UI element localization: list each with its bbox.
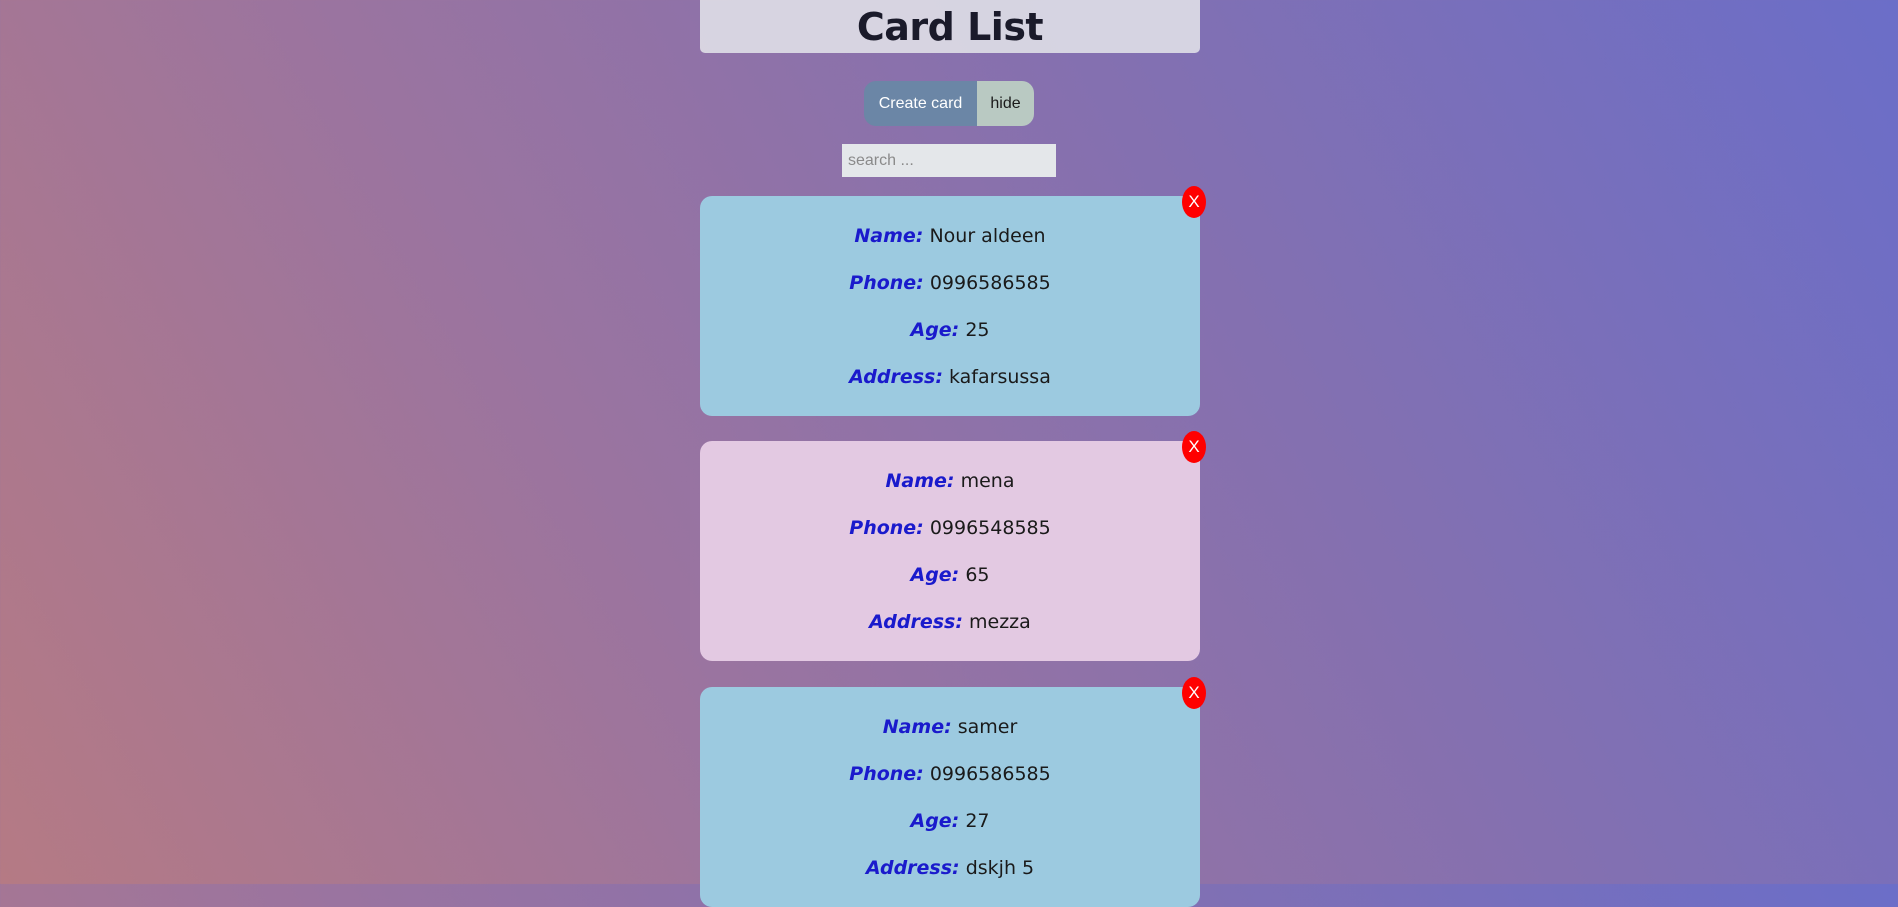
page-header: Card List — [700, 0, 1200, 53]
card-phone-field: Phone: 0996586585 — [700, 762, 1200, 786]
card: X Name: Nour aldeen Phone: 0996586585 Ag… — [700, 186, 1206, 416]
phone-label: Phone: — [849, 517, 924, 539]
card-age-field: Age: 25 — [700, 318, 1200, 342]
card-name-field: Name: mena — [700, 469, 1200, 493]
card-address-field: Address: kafarsussa — [700, 365, 1200, 389]
delete-card-button[interactable]: X — [1182, 186, 1206, 218]
card-phone: 0996586585 — [929, 763, 1051, 785]
card-address: mezza — [969, 611, 1031, 633]
name-label: Name: — [885, 470, 955, 492]
card-address-field: Address: mezza — [700, 610, 1200, 634]
card-name-field: Name: samer — [700, 715, 1200, 739]
phone-label: Phone: — [849, 763, 924, 785]
card-name: Nour aldeen — [929, 225, 1046, 247]
create-card-button[interactable]: Create card — [864, 81, 977, 126]
card-age-field: Age: 65 — [700, 563, 1200, 587]
address-label: Address: — [865, 857, 960, 879]
card-name: mena — [960, 470, 1015, 492]
card-address-field: Address: dskjh 5 — [700, 856, 1200, 880]
age-label: Age: — [910, 810, 960, 832]
name-label: Name: — [854, 225, 924, 247]
hide-button[interactable]: hide — [977, 81, 1034, 126]
name-label: Name: — [882, 716, 952, 738]
phone-label: Phone: — [849, 272, 924, 294]
card-address: dskjh 5 — [965, 857, 1035, 879]
card-age-field: Age: 27 — [700, 809, 1200, 833]
delete-card-button[interactable]: X — [1182, 677, 1206, 709]
card-name: samer — [957, 716, 1018, 738]
card: X Name: mena Phone: 0996548585 Age: 65 A… — [700, 431, 1206, 661]
address-label: Address: — [849, 366, 943, 388]
card-address: kafarsussa — [949, 366, 1051, 388]
address-label: Address: — [869, 611, 963, 633]
toolbar: Create card hide — [864, 81, 1034, 126]
card-age: 65 — [965, 564, 990, 586]
card-age: 25 — [965, 319, 990, 341]
card-phone: 0996548585 — [929, 517, 1051, 539]
card-phone: 0996586585 — [929, 272, 1051, 294]
age-label: Age: — [910, 564, 960, 586]
card-age: 27 — [965, 810, 990, 832]
search-input[interactable] — [842, 144, 1056, 177]
delete-card-button[interactable]: X — [1182, 431, 1206, 463]
age-label: Age: — [910, 319, 960, 341]
card-phone-field: Phone: 0996586585 — [700, 271, 1200, 295]
page-title: Card List — [856, 4, 1044, 49]
card: X Name: samer Phone: 0996586585 Age: 27 … — [700, 677, 1206, 907]
card-name-field: Name: Nour aldeen — [700, 224, 1200, 248]
card-phone-field: Phone: 0996548585 — [700, 516, 1200, 540]
